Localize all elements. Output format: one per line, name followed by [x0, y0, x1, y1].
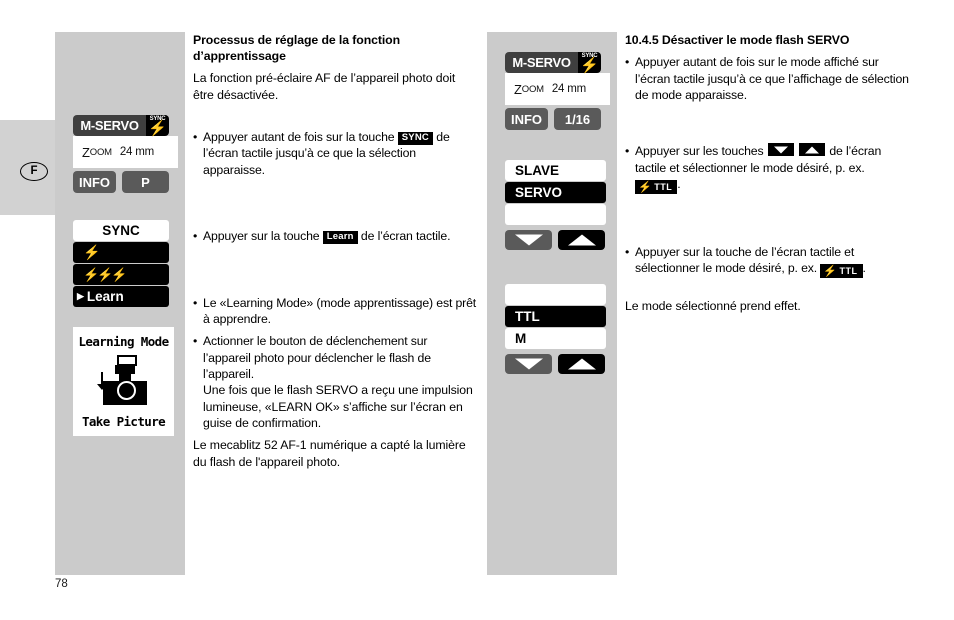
lcd-display-m-servo: M-SERVO SYNC ⚡ Z OOM 24 mm INFO P — [73, 115, 178, 193]
left-text-column: Processus de réglage de la fonction d’ap… — [193, 32, 478, 476]
sync-list-header: SYNC — [73, 220, 169, 241]
sync-list-item-single-flash[interactable]: ⚡ — [73, 242, 169, 263]
chevron-down-icon[interactable] — [505, 354, 552, 374]
bullet-press-arrows-text-a: Appuyer sur les touches — [635, 144, 764, 159]
zoom-value-2: 24 mm — [551, 83, 586, 95]
learn-key-badge: Learn — [322, 231, 358, 244]
lcd-zoom-row-2: Z OOM 24 mm — [505, 73, 610, 105]
lcd-button-row-2: INFO 1/16 — [505, 108, 601, 130]
flash-bolt-icon: ⚡ — [83, 244, 101, 260]
flash-mode-item-blank — [505, 284, 606, 305]
take-picture-label: Take Picture — [81, 414, 166, 429]
bullet-press-learn: Appuyer sur la touche Learn de l’écran t… — [193, 228, 478, 245]
lcd-display-sync-list: SYNC ⚡ ⚡⚡⚡ ▶ Learn — [73, 220, 169, 307]
sync-indicator-icon: SYNC ⚡ — [146, 115, 169, 136]
section-heading-left: Processus de réglage de la fonction d’ap… — [193, 33, 400, 64]
bullet-trigger-shutter: Actionner le bouton de déclenchement sur… — [193, 333, 478, 382]
info-button-2[interactable]: INFO — [505, 108, 548, 130]
section-heading-right: 10.4.5 Désactiver le mode flash SERVO — [625, 33, 850, 47]
power-level-button[interactable]: 1/16 — [554, 108, 601, 130]
lcd-display-learning-mode: Learning Mode Take Picture — [73, 327, 174, 436]
bullet-learning-ready: Le «Learning Mode» (mode apprentissage) … — [193, 295, 478, 328]
camera-with-flash-icon — [95, 354, 153, 405]
ttl-mode-badge-2: ⚡ TTL — [820, 264, 863, 279]
language-code-badge: F — [20, 162, 48, 181]
closing-paragraph-right: Le mode sélectionné prend effet. — [625, 299, 801, 314]
intro-paragraph: La fonction pré-éclaire AF de l’appareil… — [193, 71, 456, 102]
zoom-label-cap-2: Z — [514, 81, 522, 97]
chevron-up-icon[interactable] — [558, 230, 605, 250]
multi-flash-bolt-icon: ⚡⚡⚡ — [83, 266, 128, 282]
mode-list-item-blank — [505, 204, 606, 225]
chevron-down-icon[interactable] — [505, 230, 552, 250]
bullet-press-mode: Appuyer autant de fois sur le mode affic… — [625, 54, 910, 103]
sync-list-item-multi-flash[interactable]: ⚡⚡⚡ — [73, 264, 169, 285]
flash-mode-item-m[interactable]: M — [505, 328, 606, 349]
mode-arrow-pad — [505, 230, 606, 250]
ttl-mode-badge-label: TTL — [654, 181, 673, 192]
sync-key-badge: SYNC — [397, 132, 433, 145]
bullet-press-arrows-period: . — [677, 176, 681, 191]
bullet-trigger-shutter-continued: Une fois que le flash SERVO a reçu une i… — [203, 383, 473, 430]
page-number: 78 — [55, 578, 68, 590]
mode-list-item-slave[interactable]: SLAVE — [505, 160, 606, 181]
zoom-label-rest-2: OOM — [521, 83, 544, 95]
right-text-column: 10.4.5 Désactiver le mode flash SERVO Ap… — [625, 32, 910, 321]
lcd-display-ttl-m: TTL M — [505, 284, 606, 374]
lcd-mode-header: M-SERVO SYNC ⚡ — [73, 115, 169, 136]
lcd-mode-label-2[interactable]: M-SERVO — [505, 52, 578, 73]
arrow-up-key-icon — [799, 143, 826, 157]
lcd-display-m-servo-2: M-SERVO SYNC ⚡ Z OOM 24 mm INFO 1/16 — [505, 52, 610, 130]
language-index-tab: F — [0, 120, 55, 215]
bullet-press-sync: Appuyer autant de fois sur la touche SYN… — [193, 129, 478, 178]
manual-page: F M-SERVO SYNC ⚡ Z OOM 24 mm INFO P SYNC… — [0, 0, 954, 620]
zoom-value: 24 mm — [119, 146, 154, 158]
sync-list-item-learn-label: Learn — [86, 289, 124, 304]
flash-bolt-icon: ⚡ — [823, 265, 838, 278]
flash-bolt-icon: ⚡ — [638, 181, 653, 194]
camera-mode-button[interactable]: P — [122, 171, 169, 193]
arrow-down-key-icon — [767, 143, 794, 157]
sync-indicator-icon-2: SYNC ⚡ — [578, 52, 601, 73]
ttl-mode-badge: ⚡ TTL — [635, 179, 678, 194]
right-arrow-marker-icon: ▶ — [77, 291, 84, 301]
lcd-zoom-row: Z OOM 24 mm — [73, 136, 178, 168]
closing-paragraph-left: Le mecablitz 52 AF-1 numérique a capté l… — [193, 438, 466, 469]
bullet-press-touch-select-period: . — [862, 261, 866, 276]
flash-mode-item-ttl[interactable]: TTL — [505, 306, 606, 327]
mode-list-item-servo[interactable]: SERVO — [505, 182, 606, 203]
flash-mode-arrow-pad — [505, 354, 606, 374]
bullet-press-arrows: Appuyer sur les touches de l’écran tacti… — [625, 143, 910, 194]
bullet-press-learn-text-a: Appuyer sur la touche — [203, 229, 320, 244]
sync-list-item-learn[interactable]: ▶ Learn — [73, 286, 169, 307]
lcd-button-row: INFO P — [73, 171, 169, 193]
lcd-mode-header-2: M-SERVO SYNC ⚡ — [505, 52, 601, 73]
info-button[interactable]: INFO — [73, 171, 116, 193]
learning-mode-title: Learning Mode — [78, 334, 169, 349]
zoom-label-cap: Z — [82, 144, 90, 160]
flash-bolt-icon: ⚡ — [580, 57, 599, 74]
left-illustration-column: M-SERVO SYNC ⚡ ZOOM 24 mm INFO P SYNC ⚡ — [55, 32, 185, 575]
lcd-mode-label[interactable]: M-SERVO — [73, 115, 146, 136]
bullet-press-touch-select: Appuyer sur la touche de l’écran tactile… — [625, 244, 910, 279]
flash-bolt-icon: ⚡ — [148, 120, 167, 137]
bullet-press-sync-text-a: Appuyer autant de fois sur la touche — [203, 130, 395, 145]
zoom-label-rest: OOM — [89, 146, 112, 158]
bullet-press-learn-text-b: de l’écran tactile. — [360, 229, 451, 244]
lcd-display-slave-servo: SLAVE SERVO — [505, 160, 606, 250]
ttl-mode-badge-label-2: TTL — [839, 266, 858, 277]
chevron-up-icon[interactable] — [558, 354, 605, 374]
middle-illustration-column: M-SERVO SYNC ⚡ Z OOM 24 mm INFO 1/16 SLAV… — [487, 32, 617, 575]
